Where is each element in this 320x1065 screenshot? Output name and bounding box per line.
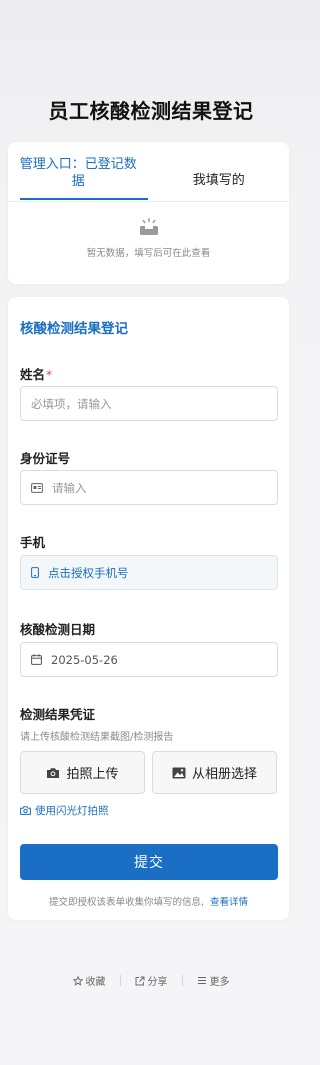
more-label: 更多: [209, 977, 230, 988]
menu-icon: [197, 976, 207, 985]
proof-label: 检测结果凭证: [20, 707, 96, 722]
consent-notice: 提交即授权该表单收集你填写的信息, 查看详情: [8, 894, 289, 908]
registration-form: 核酸检测结果登记 姓名* 必填项，请输入 身份证号 请输入 手机 点击授权手机号…: [8, 297, 289, 920]
proof-hint: 请上传核酸检测结果截图/检测报告: [20, 732, 174, 743]
name-field-placeholder: 必填项，请输入: [31, 396, 112, 411]
footer-actions: 收藏 分享 更多: [0, 973, 302, 988]
album-select-label: 从相册选择: [191, 767, 257, 782]
share-label: 分享: [147, 977, 168, 988]
name-label-text: 姓名: [20, 367, 46, 382]
id-card-icon: [31, 482, 43, 493]
authorize-phone-button[interactable]: 点击授权手机号: [20, 555, 278, 590]
camera-icon: [46, 767, 60, 779]
test-date-label: 核酸检测日期: [20, 622, 96, 637]
camera-upload-label: 拍照上传: [66, 767, 119, 782]
tab-bar: 管理入口：已登记数据 我填写的: [8, 142, 289, 202]
empty-state: 暂无数据，填写后可在此查看: [8, 217, 289, 259]
submit-button[interactable]: 提交: [20, 844, 278, 880]
consent-text: 提交即授权该表单收集你填写的信息,: [48, 897, 204, 908]
view-details-link[interactable]: 查看详情: [210, 897, 248, 908]
form-title: 核酸检测结果登记: [20, 321, 128, 337]
tab-admin-records-label: 管理入口：已登记数据: [19, 156, 137, 189]
share-button[interactable]: 分享: [127, 973, 176, 988]
id-number-label: 身份证号: [20, 451, 71, 466]
page-title: 员工核酸检测结果登记: [48, 99, 254, 123]
authorize-phone-text: 点击授权手机号: [48, 565, 129, 580]
image-icon: [172, 767, 186, 779]
test-date-value: 2025-05-26: [51, 652, 118, 667]
mobile-icon: [31, 567, 39, 578]
star-icon: [72, 975, 83, 986]
camera-outline-icon: [20, 806, 31, 815]
id-number-field[interactable]: 请输入: [20, 470, 278, 505]
required-mark: *: [46, 367, 53, 382]
tab-my-submissions-label: 我填写的: [192, 173, 245, 188]
share-icon: [135, 976, 145, 986]
test-date-picker[interactable]: 2025-05-26: [20, 642, 278, 677]
tab-admin-records[interactable]: 管理入口：已登记数据: [8, 142, 149, 201]
favorite-button[interactable]: 收藏: [65, 973, 114, 988]
footer-divider: [181, 975, 183, 986]
records-card: 管理入口：已登记数据 我填写的 暂无数据，填写后可在此查看: [8, 142, 289, 284]
phone-label: 手机: [20, 535, 46, 550]
flash-camera-text: 使用闪光灯拍照: [35, 805, 109, 817]
name-label: 姓名*: [20, 364, 52, 383]
empty-box-icon: [138, 217, 160, 237]
name-field[interactable]: 必填项，请输入: [20, 386, 278, 421]
id-number-placeholder: 请输入: [52, 480, 87, 495]
empty-state-text: 暂无数据，填写后可在此查看: [86, 248, 211, 259]
album-select-button[interactable]: 从相册选择: [152, 751, 277, 794]
more-button[interactable]: 更多: [189, 973, 238, 988]
tab-my-submissions[interactable]: 我填写的: [149, 142, 290, 201]
calendar-icon: [31, 654, 42, 665]
active-tab-indicator: [20, 198, 148, 200]
footer-divider: [119, 975, 121, 986]
flash-camera-link[interactable]: 使用闪光灯拍照: [20, 803, 109, 818]
camera-upload-button[interactable]: 拍照上传: [20, 751, 145, 794]
favorite-label: 收藏: [85, 977, 106, 988]
